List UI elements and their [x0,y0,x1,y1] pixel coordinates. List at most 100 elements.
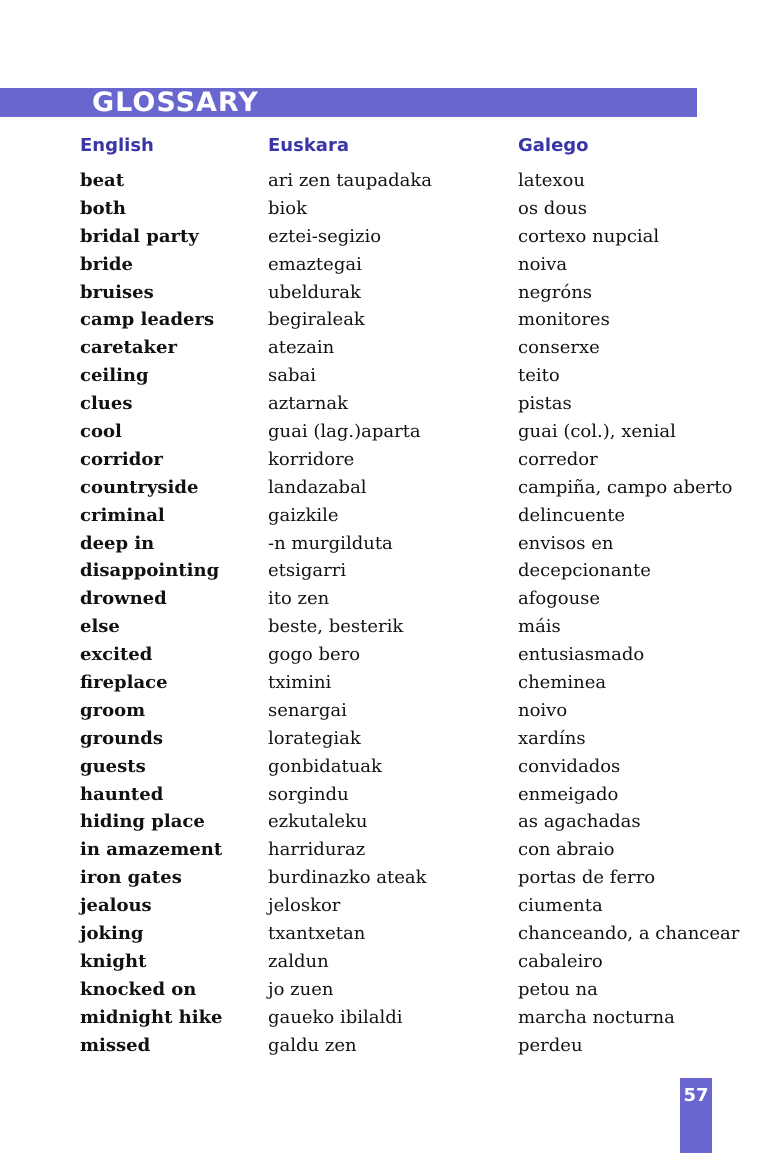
term-euskara: zaldun [268,950,329,972]
term-galego: petou na [518,978,598,1000]
term-english: beat [80,170,125,191]
term-galego: entusiasmado [518,644,645,666]
column-header-english: English [80,135,154,156]
term-galego: envisos en [518,532,614,554]
term-euskara: etsigarri [268,560,347,582]
term-euskara: guai (lag.)aparta [268,421,421,443]
term-euskara: ezkutaleku [268,811,368,833]
glossary-row: disappointing etsigarri decepcionante [0,558,768,586]
glossary-row: criminal gaizkile delincuente [0,503,768,531]
term-english: else [80,616,120,638]
term-english: missed [80,1034,151,1056]
term-english: fireplace [80,672,168,694]
column-header-galego: Galego [518,135,589,156]
glossary-row: camp leaders begiraleak monitores [0,307,768,335]
term-galego: teito [518,365,560,387]
term-euskara: emaztegai [268,253,362,275]
term-english: camp leaders [80,309,215,331]
term-english: ceiling [80,365,149,387]
glossary-row: drowned ito zen afogouse [0,586,768,614]
glossary-row: excited gogo bero entusiasmado [0,642,768,670]
glossary-row: knight zaldun cabaleiro [0,949,768,977]
term-euskara: landazabal [268,476,367,498]
glossary-row: midnight hike gaueko ibilaldi marcha noctu… [0,1005,768,1033]
term-english: caretaker [80,337,177,359]
term-galego: decepcionante [518,560,651,582]
term-galego: delincuente [518,504,626,526]
term-galego: portas de ferro [518,867,656,889]
term-galego: con abraio [518,839,615,861]
term-english: drowned [80,588,167,610]
glossary-row: bride emaztegai noiva [0,252,768,280]
glossary-row: knocked on jo zuen petou na [0,977,768,1005]
glossary-row: groom senargai noivo [0,698,768,726]
glossary-row: haunted sorgindu enmeigado [0,782,768,810]
glossary-row: both biok os dous [0,196,768,224]
term-galego: os dous [518,197,587,219]
glossary-row: else beste, besterik máis [0,614,768,642]
term-english: jealous [80,895,152,917]
glossary-row: beat ari zen taupadaka latexou [0,168,768,196]
term-euskara: lorategiak [268,727,361,749]
term-english: midnight hike [80,1006,223,1028]
term-english: joking [80,923,144,945]
term-euskara: begiraleak [268,309,365,331]
glossary-row: clues aztarnak pistas [0,391,768,419]
term-euskara: harriduraz [268,839,366,861]
term-galego: perdeu [518,1034,583,1056]
glossary-row: cool guai (lag.)aparta guai (col.), xenial [0,419,768,447]
term-galego: monitores [518,309,610,331]
term-euskara: sorgindu [268,783,349,805]
term-euskara: ito zen [268,588,330,610]
glossary-row: hiding place ezkutaleku as agachadas [0,809,768,837]
term-english: knocked on [80,978,197,1000]
term-euskara: senargai [268,699,347,721]
term-galego: cheminea [518,672,607,694]
term-galego: latexou [518,170,585,191]
glossary-row: ceiling sabai teito [0,363,768,391]
column-header-euskara: Euskara [268,135,349,156]
term-euskara: jeloskor [268,895,341,917]
glossary-row: corridor korridore corredor [0,447,768,475]
glossary-row: joking txantxetan chanceando, a chancear [0,921,768,949]
term-english: cool [80,421,122,443]
glossary-row: guests gonbidatuak convidados [0,754,768,782]
glossary-row: jealous jeloskor ciumenta [0,893,768,921]
term-galego: conserxe [518,337,600,359]
term-euskara: jo zuen [268,978,334,1000]
term-euskara: atezain [268,337,335,359]
term-english: guests [80,755,146,777]
term-galego: ciumenta [518,895,603,917]
term-english: criminal [80,504,165,526]
term-galego: negróns [518,281,593,303]
term-english: countryside [80,476,199,498]
term-galego: guai (col.), xenial [518,421,676,443]
term-english: both [80,197,126,219]
term-english: haunted [80,783,164,805]
term-galego: afogouse [518,588,601,610]
term-euskara: aztarnak [268,393,349,415]
glossary-row: fireplace tximini cheminea [0,670,768,698]
term-english: disappointing [80,560,220,582]
term-euskara: biok [268,197,308,219]
term-english: clues [80,393,133,415]
glossary-row: caretaker atezain conserxe [0,335,768,363]
term-euskara: galdu zen [268,1034,357,1056]
term-galego: máis [518,616,561,638]
term-euskara: burdinazko ateak [268,867,427,889]
term-english: in amazement [80,839,223,861]
glossary-row: bridal party eztei-segizio cortexo nupcial [0,224,768,252]
term-galego: noivo [518,699,568,721]
glossary-row: deep in -n murgilduta envisos en [0,531,768,559]
term-galego: convidados [518,755,621,777]
term-english: bruises [80,281,154,303]
term-euskara: sabai [268,365,316,387]
glossary-row: iron gates burdinazko ateak portas de ferr… [0,865,768,893]
term-galego: as agachadas [518,811,641,833]
term-galego: corredor [518,448,598,470]
term-euskara: eztei-segizio [268,225,382,247]
term-english: corridor [80,448,163,470]
term-english: deep in [80,532,155,554]
glossary-row: grounds lorategiak xardíns [0,726,768,754]
term-euskara: tximini [268,672,332,694]
